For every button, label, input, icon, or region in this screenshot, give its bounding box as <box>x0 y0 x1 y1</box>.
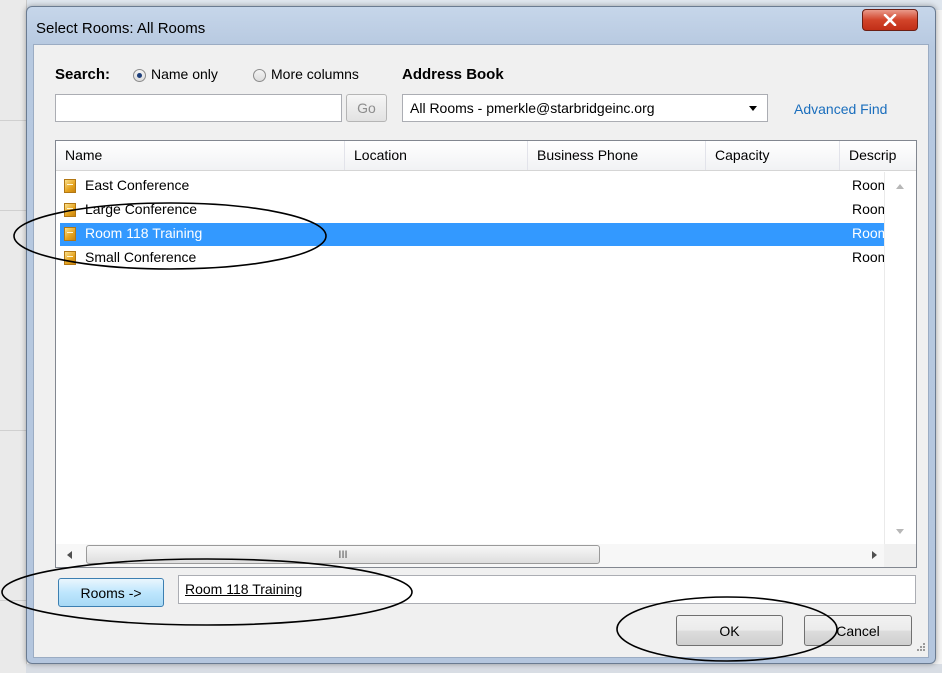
close-button[interactable] <box>862 9 918 31</box>
list-item-selected[interactable]: Room 118 Training Room <box>60 223 889 246</box>
list-item[interactable]: East Conference Room <box>60 175 889 198</box>
name-only-label[interactable]: Name only <box>151 66 218 82</box>
rooms-field-value: Room 118 Training <box>185 581 303 597</box>
scroll-up-icon[interactable] <box>896 184 904 189</box>
search-input[interactable] <box>55 94 342 122</box>
room-icon <box>64 203 76 217</box>
rooms-button[interactable]: Rooms -> <box>58 578 164 607</box>
list-header: Name Location Business Phone Capacity De… <box>56 141 916 171</box>
scrollbar-corner <box>884 544 916 567</box>
chevron-down-icon[interactable] <box>749 106 757 111</box>
scroll-down-icon[interactable] <box>896 529 904 534</box>
go-button[interactable]: Go <box>346 94 387 122</box>
room-name: East Conference <box>85 177 190 193</box>
advanced-find-link[interactable]: Advanced Find <box>794 101 887 117</box>
close-icon <box>883 14 897 26</box>
list-item[interactable]: Small Conference Room <box>60 247 889 270</box>
horizontal-scroll-thumb[interactable]: III <box>86 545 600 564</box>
scroll-left-icon[interactable] <box>67 551 72 559</box>
more-columns-label[interactable]: More columns <box>271 66 359 82</box>
dialog-title: Select Rooms: All Rooms <box>36 20 206 37</box>
more-columns-radio[interactable] <box>253 69 266 82</box>
column-header-location[interactable]: Location <box>345 141 528 170</box>
background-divider <box>0 120 26 121</box>
background-left-pane <box>0 0 27 673</box>
background-status-strip <box>26 664 942 673</box>
address-book-label: Address Book <box>402 66 504 83</box>
column-header-description[interactable]: Descrip <box>840 141 916 170</box>
background-divider <box>0 430 26 431</box>
ok-button[interactable]: OK <box>676 615 783 646</box>
background-divider <box>0 210 26 211</box>
scroll-right-icon[interactable] <box>872 551 877 559</box>
column-header-name[interactable]: Name <box>56 141 345 170</box>
room-icon <box>64 227 76 241</box>
name-only-radio[interactable] <box>133 69 146 82</box>
cancel-button[interactable]: Cancel <box>804 615 912 646</box>
room-icon <box>64 179 76 193</box>
search-label: Search: <box>55 66 111 83</box>
column-header-capacity[interactable]: Capacity <box>706 141 840 170</box>
vertical-scrollbar[interactable] <box>884 172 916 544</box>
column-header-business-phone[interactable]: Business Phone <box>528 141 706 170</box>
background-divider <box>0 600 26 601</box>
address-book-selected-value: All Rooms - pmerkle@starbridgeinc.org <box>410 100 655 116</box>
room-name: Large Conference <box>85 201 198 217</box>
resize-grip-icon[interactable] <box>916 642 926 652</box>
room-name: Room 118 Training <box>85 225 203 241</box>
room-name: Small Conference <box>85 249 197 265</box>
room-icon <box>64 251 76 265</box>
list-item[interactable]: Large Conference Room <box>60 199 889 222</box>
